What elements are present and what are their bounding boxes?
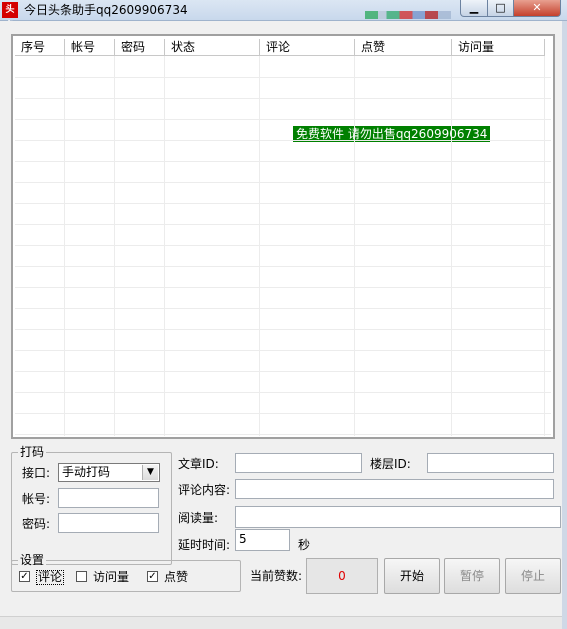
grid-row-line	[15, 371, 551, 372]
delay-label: 延时时间:	[178, 538, 231, 552]
grid-column-line	[164, 56, 165, 436]
right-border	[562, 21, 567, 629]
minimize-button[interactable]: ▁	[460, 0, 488, 17]
app-icon: 头条	[2, 2, 18, 31]
column-header-account[interactable]: 帐号	[65, 39, 115, 56]
delay-input[interactable]: 5	[235, 529, 290, 551]
visits-checkbox-label[interactable]: 访问量	[93, 570, 129, 584]
checkmark-icon: ✓	[148, 571, 157, 582]
visits-checkbox[interactable]	[76, 571, 87, 582]
chevron-down-icon[interactable]: ▼	[142, 465, 158, 480]
likes-checkbox-label[interactable]: 点赞	[164, 570, 188, 584]
captcha-group-title: 打码	[18, 445, 47, 459]
grid-row-line	[15, 413, 551, 414]
grid-row-line	[15, 245, 551, 246]
floor-id-label: 楼层ID:	[370, 457, 411, 471]
grid-column-line	[64, 56, 65, 436]
grid-row-line	[15, 77, 551, 78]
column-header-comment[interactable]: 评论	[260, 39, 355, 56]
column-header-visits[interactable]: 访问量	[452, 39, 545, 56]
article-id-label: 文章ID:	[178, 457, 219, 471]
grid-row-line	[15, 329, 551, 330]
grid-row-line	[15, 308, 551, 309]
grid-row-line	[15, 224, 551, 225]
column-header-password[interactable]: 密码	[115, 39, 165, 56]
article-id-input[interactable]	[235, 453, 362, 473]
grid-row-line	[15, 140, 551, 141]
comment-checkbox[interactable]: ✓	[19, 571, 30, 582]
list-body: 免费软件 请勿出售qq2609906734	[15, 56, 551, 436]
grid-row-line	[15, 287, 551, 288]
title-bar: 头条 今日头条助手qq2609906734 ▁ □ ✕	[0, 0, 567, 31]
grid-column-line	[544, 56, 545, 436]
bottom-border	[0, 616, 562, 629]
comment-content-input[interactable]	[235, 479, 554, 499]
grid-column-line	[259, 56, 260, 436]
maximize-button[interactable]: □	[488, 0, 514, 17]
grid-row-line	[15, 98, 551, 99]
grid-row-line	[15, 350, 551, 351]
grid-column-line	[451, 56, 452, 436]
window-title: 今日头条助手qq2609906734	[24, 3, 188, 17]
delay-unit: 秒	[298, 538, 311, 552]
grid-row-line	[15, 182, 551, 183]
close-button[interactable]: ✕	[514, 0, 561, 17]
grid-row-line	[15, 161, 551, 162]
likes-checkbox[interactable]: ✓	[147, 571, 158, 582]
floor-id-input[interactable]	[427, 453, 554, 473]
title-decoration	[365, 11, 451, 19]
pause-button[interactable]: 暂停	[444, 558, 500, 594]
grid-column-line	[354, 56, 355, 436]
close-icon: ✕	[532, 1, 542, 14]
interface-label: 接口:	[22, 466, 51, 480]
read-count-label: 阅读量:	[178, 511, 219, 525]
checkmark-icon: ✓	[20, 571, 29, 582]
captcha-account-label: 帐号:	[22, 492, 51, 506]
comment-checkbox-label[interactable]: 评论	[36, 570, 65, 585]
grid-row-line	[15, 266, 551, 267]
column-header-index[interactable]: 序号	[15, 39, 65, 56]
interface-select[interactable]: 手动打码 ▼	[58, 463, 160, 482]
captcha-password-label: 密码:	[22, 517, 51, 531]
grid-row-line	[15, 392, 551, 393]
maximize-icon: □	[495, 1, 506, 14]
account-list[interactable]: 序号 帐号 密码 状态 评论 点赞 访问量 免费软件 请勿出售qq2609906…	[11, 34, 555, 439]
current-likes-value: 0	[306, 558, 378, 594]
column-header-likes[interactable]: 点赞	[355, 39, 452, 56]
main-window: 序号 帐号 密码 状态 评论 点赞 访问量 免费软件 请勿出售qq2609906…	[0, 21, 567, 629]
captcha-password-input[interactable]	[58, 513, 159, 533]
current-likes-label: 当前赞数:	[250, 569, 303, 583]
grid-row-line	[15, 119, 551, 120]
minimize-icon: ▁	[469, 1, 479, 14]
interface-select-value: 手动打码	[62, 465, 111, 479]
read-count-input[interactable]	[235, 506, 561, 528]
column-header-status[interactable]: 状态	[165, 39, 260, 56]
captcha-account-input[interactable]	[58, 488, 159, 508]
stop-button[interactable]: 停止	[505, 558, 561, 594]
grid-column-line	[114, 56, 115, 436]
start-button[interactable]: 开始	[384, 558, 440, 594]
grid-row-line	[15, 434, 551, 435]
comment-content-label: 评论内容:	[178, 483, 231, 497]
grid-row-line	[15, 203, 551, 204]
settings-group-title: 设置	[18, 553, 47, 567]
list-header: 序号 帐号 密码 状态 评论 点赞 访问量	[15, 39, 545, 56]
